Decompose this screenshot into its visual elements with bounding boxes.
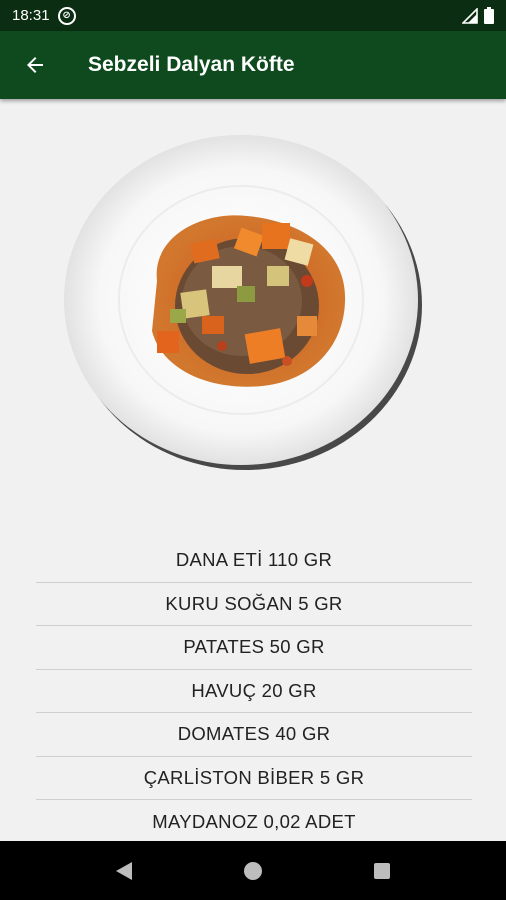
back-button[interactable]: [0, 31, 70, 99]
signal-icon: [462, 7, 478, 24]
square-recents-icon: [373, 862, 390, 879]
dish-image: [62, 131, 424, 473]
list-item: DANA ETİ 110 GR: [36, 539, 472, 583]
list-item: KURU SOĞAN 5 GR: [36, 583, 472, 626]
arrow-left-icon: [27, 57, 43, 73]
nav-back-button[interactable]: [94, 841, 154, 900]
page-title: Sebzeli Dalyan Köfte: [88, 53, 295, 76]
nav-home-button[interactable]: [223, 841, 283, 900]
list-item: DOMATES 40 GR: [36, 713, 472, 757]
app-bar: Sebzeli Dalyan Köfte: [0, 31, 506, 99]
status-icons: [462, 7, 494, 24]
list-item: PATATES 50 GR: [36, 626, 472, 670]
list-item: ÇARLİSTON BİBER 5 GR: [36, 757, 472, 800]
ingredient-list: DANA ETİ 110 GR KURU SOĞAN 5 GR PATATES …: [36, 539, 472, 841]
circle-home-icon: [243, 861, 262, 880]
status-time: 18:31: [12, 7, 50, 24]
system-nav-bar: [0, 841, 506, 900]
sync-off-icon: ⊘: [57, 6, 76, 25]
list-item: HAVUÇ 20 GR: [36, 670, 472, 713]
list-item: MAYDANOZ 0,02 ADET: [152, 810, 356, 832]
nav-recents-button[interactable]: [352, 841, 412, 900]
recipe-content: DANA ETİ 110 GR KURU SOĞAN 5 GR PATATES …: [0, 99, 506, 841]
triangle-back-icon: [116, 861, 133, 880]
battery-icon: [484, 7, 494, 24]
status-bar: 18:31 ⊘: [0, 0, 506, 31]
